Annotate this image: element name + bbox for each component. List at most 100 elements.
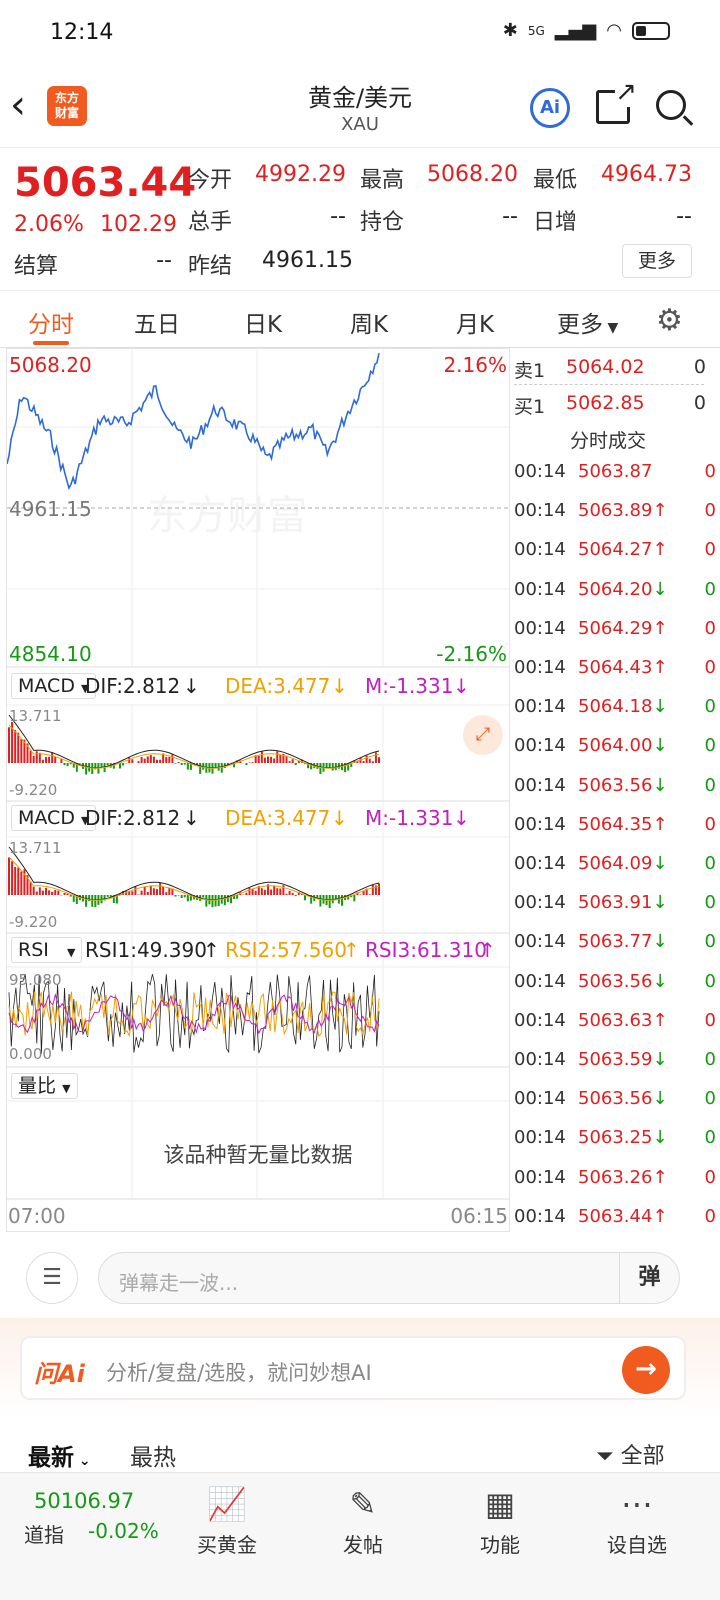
trade-vol: 0 <box>704 500 716 522</box>
trade-price-value: 5064.29 <box>578 617 653 639</box>
trade-price-value: 5063.89 <box>578 500 653 522</box>
volume-ratio-selector[interactable]: 量比 ▼ <box>11 1073 78 1099</box>
trade-time: 00:14 <box>514 1166 566 1188</box>
arrow-down-icon: ↓ <box>453 806 470 830</box>
bid1-vol: 0 <box>693 392 706 414</box>
macd-header: MACD ▼ DIF:2.812 ↓ DEA:3.477 ↓ M:-1.331 ↓ <box>7 669 509 703</box>
trade-time: 00:14 <box>514 774 566 796</box>
trade-vol: 0 <box>704 931 716 953</box>
trade-price: 5064.00↓ <box>578 735 668 756</box>
search-icon[interactable] <box>656 90 686 120</box>
more-button[interactable]: 更多 <box>622 244 692 278</box>
bottom-bar: 50106.97 道指 -0.02% 📈 买黄金 ✎ 发帖 ▦ 功能 ⋯ 设自选 <box>0 1472 720 1600</box>
trade-price: 5063.25↓ <box>578 1127 668 1148</box>
volume-ratio-empty: 该品种暂无量比数据 <box>163 1143 353 1167</box>
nav-post[interactable]: ✎ 发帖 <box>308 1483 418 1558</box>
bid1-label: 买1 <box>514 396 546 418</box>
trade-row: 00:14 5063.56↓ 0 <box>510 965 720 1004</box>
trade-price: 5064.35↑ <box>578 814 668 835</box>
orderbook-divider <box>514 384 704 385</box>
macd2-header: MACD ▼ DIF:2.812 ↓ DEA:3.477 ↓ M:-1.331 ↓ <box>7 801 509 835</box>
network-label: 5G <box>527 23 545 38</box>
index-name: 道指 <box>24 1523 64 1547</box>
bluetooth-icon: ✱ <box>502 20 518 41</box>
filter-button[interactable]: ⏷ 全部 <box>596 1438 665 1470</box>
trade-row: 00:14 5064.35↑ 0 <box>510 808 720 847</box>
trade-price-value: 5063.44 <box>578 1205 653 1227</box>
macd-selector[interactable]: MACD ▼ <box>11 673 97 699</box>
expand-icon[interactable]: ⤢ <box>463 715 503 755</box>
trade-time: 00:14 <box>514 853 566 874</box>
trade-price-value: 5063.63 <box>578 1009 653 1031</box>
trade-row: 00:14 5064.20↓ 0 <box>510 573 720 612</box>
nav-buy-gold[interactable]: 📈 买黄金 <box>172 1483 282 1558</box>
nav-add-watchlist[interactable]: ⋯ 设自选 <box>582 1483 692 1558</box>
position-label: 持仓 <box>360 210 405 235</box>
macd2-selector-label: MACD <box>18 807 75 829</box>
trade-vol: 0 <box>704 617 716 639</box>
danmaku-input[interactable]: 弹幕走一波... 弹 <box>98 1252 680 1304</box>
prev-settle-label: 昨结 <box>188 254 233 279</box>
trade-price-value: 5063.26 <box>578 1166 653 1188</box>
trade-arrow-icon: ↓ <box>652 931 668 953</box>
trade-time: 00:14 <box>514 500 566 522</box>
macd-max: 13.711 <box>9 707 62 725</box>
macd2-dea: DEA:3.477 <box>225 806 331 830</box>
trade-price-value: 5063.91 <box>578 892 653 914</box>
ask-ai-input[interactable]: 问Ai 分析/复盘/选股，就问妙想AI → <box>20 1336 686 1400</box>
macd2-m: M:-1.331 <box>365 806 454 830</box>
trade-price: 5063.56↓ <box>578 971 668 992</box>
macd2-selector[interactable]: MACD ▼ <box>11 805 97 831</box>
tab-latest[interactable]: 最新 ⌄ <box>28 1438 91 1472</box>
tab-monthly-k[interactable]: 月K <box>456 305 494 339</box>
tab-five-day[interactable]: 五日 <box>134 305 180 339</box>
trade-time: 00:14 <box>514 931 566 953</box>
trade-vol: 0 <box>704 1009 716 1031</box>
tab-active-indicator <box>33 341 69 345</box>
low-value: 4964.73 <box>601 162 692 187</box>
macd-bars <box>8 721 380 775</box>
intraday-chart[interactable]: 东方财富 5068.20 2.16% 4961.15 4854.10 -2.16… <box>6 348 510 1232</box>
trade-price: 5064.20↓ <box>578 579 668 600</box>
trade-row: 00:14 5064.27↑ 0 <box>510 533 720 572</box>
arrow-right-icon[interactable]: → <box>622 1346 670 1394</box>
tab-hot[interactable]: 最热 <box>130 1438 176 1472</box>
tab-daily-k[interactable]: 日K <box>244 305 282 339</box>
rsi1-line <box>8 974 380 1054</box>
trade-row: 00:14 5063.25↓ 0 <box>510 1121 720 1160</box>
trade-price-value: 5064.00 <box>578 735 653 757</box>
trade-price-value: 5063.87 <box>578 461 653 482</box>
danmaku-button[interactable]: 弹 <box>619 1253 679 1303</box>
trade-arrow-icon: ↓ <box>652 578 668 600</box>
trade-price-value: 5063.56 <box>578 774 653 796</box>
trade-row: 00:14 5063.87 0 <box>510 455 720 494</box>
grid-icon: ▦ <box>484 1485 516 1523</box>
tab-weekly-k[interactable]: 周K <box>350 305 388 339</box>
chart-bottom-pct: -2.16% <box>436 642 507 666</box>
nav-functions[interactable]: ▦ 功能 <box>445 1483 555 1558</box>
trade-price-value: 5063.77 <box>578 931 653 953</box>
gear-icon[interactable]: ⚙ <box>656 303 683 338</box>
share-icon[interactable] <box>596 77 637 124</box>
ai-icon[interactable]: Ai <box>530 88 570 128</box>
trade-arrow-icon: ↓ <box>652 853 668 874</box>
trade-arrow-icon: ↑ <box>652 500 668 522</box>
trade-vol: 0 <box>704 657 716 678</box>
trade-arrow-icon: ↑ <box>652 813 668 835</box>
trade-arrow-icon: ↑ <box>652 1009 668 1031</box>
trade-arrow-icon: ↑ <box>652 539 668 561</box>
trade-time: 00:14 <box>514 617 566 639</box>
tab-more[interactable]: 更多 ▼ <box>557 305 618 339</box>
bid1-row: 买1 5062.85 0 <box>510 386 720 422</box>
macd2-min: -9.220 <box>9 913 58 931</box>
comment-list-icon[interactable]: ☰ <box>26 1252 78 1304</box>
filter-label: 全部 <box>620 1444 665 1469</box>
trade-row: 00:14 5063.44↑ 0 <box>510 1200 720 1239</box>
tab-intraday[interactable]: 分时 <box>28 305 74 339</box>
danmaku-placeholder: 弹幕走一波... <box>119 1271 239 1295</box>
change-amount: 102.29 <box>100 212 177 237</box>
trade-time: 00:14 <box>514 970 566 992</box>
macd2-dif: DIF:2.812 <box>85 806 181 830</box>
trade-time: 00:14 <box>514 813 566 835</box>
rsi-selector[interactable]: RSI ▼ <box>11 937 83 963</box>
